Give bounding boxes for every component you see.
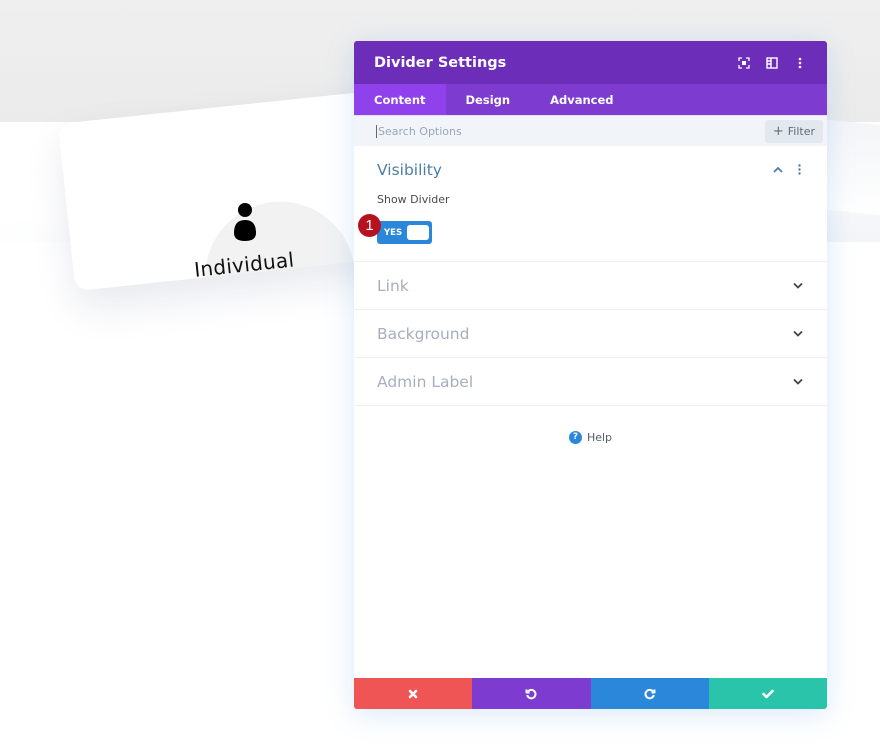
section-title: Link — [377, 276, 409, 295]
divider-settings-modal: Divider Settings Content Design Advanced… — [354, 41, 827, 709]
chevron-down-icon[interactable] — [792, 328, 804, 340]
section-title: Admin Label — [377, 372, 474, 391]
help-link[interactable]: ? Help — [354, 406, 827, 468]
section-title: Visibility — [377, 160, 442, 179]
section-background-header[interactable]: Background — [377, 310, 804, 357]
filter-label: Filter — [787, 124, 815, 138]
fullscreen-icon[interactable] — [737, 56, 751, 70]
modal-header: Divider Settings — [354, 41, 827, 84]
help-icon: ? — [568, 430, 582, 444]
section-visibility-body: Show Divider YES — [377, 193, 804, 261]
chevron-down-icon[interactable] — [792, 280, 804, 292]
filter-button[interactable]: + Filter — [764, 119, 823, 143]
search-options-input[interactable] — [376, 124, 765, 138]
more-vertical-icon[interactable] — [793, 56, 807, 70]
chevron-up-icon[interactable] — [772, 164, 784, 176]
section-admin-label-header[interactable]: Admin Label — [377, 358, 804, 405]
undo-icon — [525, 688, 537, 699]
annotation-badge: 1 — [358, 214, 381, 237]
save-button[interactable] — [708, 678, 827, 709]
redo-icon — [644, 688, 656, 699]
toggle-knob — [407, 225, 429, 240]
sidebar-layout-icon[interactable] — [765, 56, 779, 70]
redo-button[interactable] — [590, 678, 709, 709]
tab-content[interactable]: Content — [354, 84, 446, 115]
undo-button[interactable] — [472, 678, 591, 709]
discard-button[interactable] — [354, 678, 473, 709]
section-visibility-header[interactable]: Visibility — [377, 146, 804, 193]
tab-design[interactable]: Design — [446, 84, 531, 115]
section-visibility: Visibility Show Divider YES — [354, 146, 827, 262]
toggle-state-text: YES — [384, 227, 403, 238]
modal-title: Divider Settings — [374, 54, 507, 71]
section-link: Link — [354, 262, 827, 310]
person-icon — [234, 203, 256, 241]
help-label: Help — [586, 430, 613, 444]
section-more-icon[interactable] — [794, 164, 804, 176]
tab-bar: Content Design Advanced — [354, 84, 827, 115]
plus-icon: + — [772, 123, 784, 139]
modal-footer — [354, 678, 827, 709]
show-divider-toggle[interactable]: YES — [377, 221, 432, 244]
section-background: Background — [354, 310, 827, 358]
section-admin-label: Admin Label — [354, 358, 827, 406]
tab-advanced[interactable]: Advanced — [530, 84, 633, 115]
close-icon — [408, 689, 418, 698]
search-row: + Filter — [354, 115, 827, 146]
chevron-down-icon[interactable] — [792, 376, 804, 388]
check-icon — [762, 689, 774, 698]
section-title: Background — [377, 324, 470, 343]
section-link-header[interactable]: Link — [377, 262, 804, 309]
show-divider-label: Show Divider — [377, 193, 450, 206]
header-icons — [737, 56, 807, 70]
